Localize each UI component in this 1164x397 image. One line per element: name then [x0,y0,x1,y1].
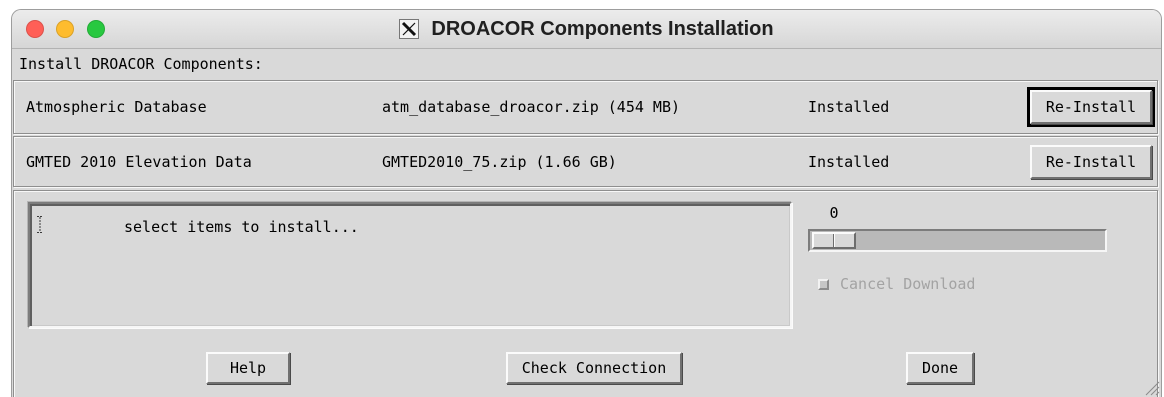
cancel-download-label: Cancel Download [840,275,976,293]
install-status: Installed [808,98,890,116]
done-button[interactable]: Done [906,352,974,384]
check-connection-button[interactable]: Check Connection [506,352,682,384]
component-file: atm_database_droacor.zip (454 MB) [382,98,681,116]
slider-handle[interactable] [812,232,856,249]
component-file: GMTED2010_75.zip (1.66 GB) [382,152,617,171]
title-bar[interactable]: DROACOR Components Installation [12,10,1161,49]
status-log[interactable]: select items to install... [28,202,792,328]
reinstall-button[interactable]: Re-Install [1030,144,1152,179]
cancel-download-checkbox[interactable]: Cancel Download [818,274,975,294]
checkbox-indicator[interactable] [818,278,829,290]
default-button-ring: Re-Install [1027,87,1155,127]
component-row-gmted-elevation-data: GMTED 2010 Elevation Data GMTED2010_75.z… [13,136,1158,187]
text-cursor-icon [37,216,43,233]
component-name: GMTED 2010 Elevation Data [26,152,252,171]
default-button-ring: Re-Install [1027,142,1155,182]
component-row-atmospheric-database: Atmospheric Database atm_database_droaco… [13,80,1158,134]
title-group: DROACOR Components Installation [12,10,1161,48]
app-window: DROACOR Components Installation Install … [11,9,1162,397]
progress-value-label: 0 [829,204,839,222]
reinstall-button[interactable]: Re-Install [1030,90,1152,124]
component-name: Atmospheric Database [26,98,207,116]
resize-grip-icon[interactable] [1140,376,1160,396]
status-log-text: select items to install... [124,218,359,236]
help-button[interactable]: Help [206,352,290,384]
section-heading: Install DROACOR Components: [19,55,263,73]
x11-icon [399,19,420,39]
progress-slider[interactable] [808,229,1107,252]
window-title: DROACOR Components Installation [431,18,774,40]
install-status: Installed [808,152,890,171]
